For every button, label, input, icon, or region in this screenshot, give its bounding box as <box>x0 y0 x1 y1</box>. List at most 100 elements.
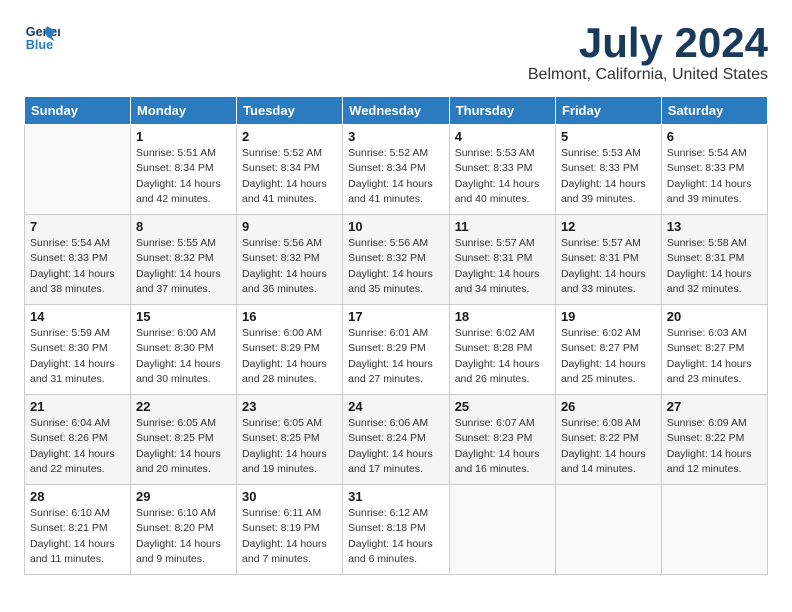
calendar-cell: 28Sunrise: 6:10 AM Sunset: 8:21 PM Dayli… <box>25 485 131 575</box>
calendar-cell: 24 Sunrise: 6:06 AM Sunset: 8:24 PM Dayli… <box>343 395 450 485</box>
calendar-cell: 20Sunrise: 6:03 AM Sunset: 8:27 PM Dayli… <box>661 305 767 395</box>
calendar-cell: 11Sunrise: 5:57 AM Sunset: 8:31 PM Dayli… <box>449 215 555 305</box>
day-info: Sunrise: 5:51 AM Sunset: 8:34 PM Dayligh… <box>136 146 231 207</box>
day-number: 26 <box>561 399 656 414</box>
calendar-cell: 13 Sunrise: 5:58 AM Sunset: 8:31 PM Dayli… <box>661 215 767 305</box>
weekday-header: Monday <box>131 97 237 125</box>
calendar-cell <box>555 485 661 575</box>
day-info: Sunrise: 5:52 AM Sunset: 8:34 PM Dayligh… <box>348 146 444 207</box>
calendar-cell: 26 Sunrise: 6:08 AM Sunset: 8:22 PM Dayli… <box>555 395 661 485</box>
day-info: Sunrise: 6:11 AM Sunset: 8:19 PM Dayligh… <box>242 506 337 567</box>
day-info: Sunrise: 6:04 AM Sunset: 8:26 PM Dayligh… <box>30 416 125 477</box>
day-info: Sunrise: 6:08 AM Sunset: 8:22 PM Dayligh… <box>561 416 656 477</box>
day-info: Sunrise: 6:01 AM Sunset: 8:29 PM Dayligh… <box>348 326 444 387</box>
day-number: 3 <box>348 129 444 144</box>
day-info: Sunrise: 5:58 AM Sunset: 8:31 PM Dayligh… <box>667 236 762 297</box>
calendar-cell <box>449 485 555 575</box>
day-number: 12 <box>561 219 656 234</box>
day-info: Sunrise: 5:54 AM Sunset: 8:33 PM Dayligh… <box>667 146 762 207</box>
day-info: Sunrise: 5:52 AM Sunset: 8:34 PM Dayligh… <box>242 146 337 207</box>
day-info: Sunrise: 6:02 AM Sunset: 8:27 PM Dayligh… <box>561 326 656 387</box>
subtitle: Belmont, California, United States <box>528 66 768 84</box>
day-number: 7 <box>30 219 125 234</box>
day-info: Sunrise: 6:00 AM Sunset: 8:30 PM Dayligh… <box>136 326 231 387</box>
day-number: 15 <box>136 309 231 324</box>
calendar-cell: 18 Sunrise: 6:02 AM Sunset: 8:28 PM Dayli… <box>449 305 555 395</box>
logo-icon: General Blue <box>24 20 60 56</box>
day-number: 14 <box>30 309 125 324</box>
day-info: Sunrise: 5:57 AM Sunset: 8:31 PM Dayligh… <box>561 236 656 297</box>
calendar-cell: 29 Sunrise: 6:10 AM Sunset: 8:20 PM Dayli… <box>131 485 237 575</box>
day-number: 5 <box>561 129 656 144</box>
day-number: 4 <box>455 129 550 144</box>
day-info: Sunrise: 6:06 AM Sunset: 8:24 PM Dayligh… <box>348 416 444 477</box>
day-number: 25 <box>455 399 550 414</box>
day-info: Sunrise: 5:57 AM Sunset: 8:31 PM Dayligh… <box>455 236 550 297</box>
day-number: 30 <box>242 489 337 504</box>
day-info: Sunrise: 6:05 AM Sunset: 8:25 PM Dayligh… <box>136 416 231 477</box>
day-number: 8 <box>136 219 231 234</box>
main-title: July 2024 <box>528 20 768 66</box>
calendar-cell: 30 Sunrise: 6:11 AM Sunset: 8:19 PM Dayli… <box>237 485 343 575</box>
calendar-cell: 23 Sunrise: 6:05 AM Sunset: 8:25 PM Dayli… <box>237 395 343 485</box>
calendar-cell: 15 Sunrise: 6:00 AM Sunset: 8:30 PM Dayli… <box>131 305 237 395</box>
day-number: 18 <box>455 309 550 324</box>
weekday-header: Tuesday <box>237 97 343 125</box>
calendar-cell: 27Sunrise: 6:09 AM Sunset: 8:22 PM Dayli… <box>661 395 767 485</box>
calendar-cell: 19 Sunrise: 6:02 AM Sunset: 8:27 PM Dayli… <box>555 305 661 395</box>
day-info: Sunrise: 6:03 AM Sunset: 8:27 PM Dayligh… <box>667 326 762 387</box>
day-info: Sunrise: 5:55 AM Sunset: 8:32 PM Dayligh… <box>136 236 231 297</box>
day-number: 28 <box>30 489 125 504</box>
day-number: 31 <box>348 489 444 504</box>
day-number: 1 <box>136 129 231 144</box>
weekday-header: Saturday <box>661 97 767 125</box>
calendar-cell: 5 Sunrise: 5:53 AM Sunset: 8:33 PM Daylig… <box>555 125 661 215</box>
day-info: Sunrise: 6:10 AM Sunset: 8:20 PM Dayligh… <box>136 506 231 567</box>
calendar-header-row: SundayMondayTuesdayWednesdayThursdayFrid… <box>25 97 768 125</box>
weekday-header: Friday <box>555 97 661 125</box>
calendar-cell <box>25 125 131 215</box>
calendar-week-row: 1 Sunrise: 5:51 AM Sunset: 8:34 PM Daylig… <box>25 125 768 215</box>
calendar-cell: 1 Sunrise: 5:51 AM Sunset: 8:34 PM Daylig… <box>131 125 237 215</box>
day-info: Sunrise: 5:54 AM Sunset: 8:33 PM Dayligh… <box>30 236 125 297</box>
day-info: Sunrise: 5:53 AM Sunset: 8:33 PM Dayligh… <box>561 146 656 207</box>
day-number: 23 <box>242 399 337 414</box>
day-info: Sunrise: 5:56 AM Sunset: 8:32 PM Dayligh… <box>242 236 337 297</box>
day-number: 19 <box>561 309 656 324</box>
weekday-header: Thursday <box>449 97 555 125</box>
day-number: 24 <box>348 399 444 414</box>
day-info: Sunrise: 5:56 AM Sunset: 8:32 PM Dayligh… <box>348 236 444 297</box>
calendar-table: SundayMondayTuesdayWednesdayThursdayFrid… <box>24 96 768 575</box>
calendar-cell: 10Sunrise: 5:56 AM Sunset: 8:32 PM Dayli… <box>343 215 450 305</box>
day-number: 16 <box>242 309 337 324</box>
day-info: Sunrise: 6:02 AM Sunset: 8:28 PM Dayligh… <box>455 326 550 387</box>
calendar-cell: 25Sunrise: 6:07 AM Sunset: 8:23 PM Dayli… <box>449 395 555 485</box>
calendar-cell: 14 Sunrise: 5:59 AM Sunset: 8:30 PM Dayli… <box>25 305 131 395</box>
day-number: 29 <box>136 489 231 504</box>
calendar-cell: 21 Sunrise: 6:04 AM Sunset: 8:26 PM Dayli… <box>25 395 131 485</box>
calendar-cell: 7 Sunrise: 5:54 AM Sunset: 8:33 PM Daylig… <box>25 215 131 305</box>
svg-text:Blue: Blue <box>26 38 53 52</box>
logo: General Blue <box>24 20 60 56</box>
day-info: Sunrise: 6:05 AM Sunset: 8:25 PM Dayligh… <box>242 416 337 477</box>
day-number: 13 <box>667 219 762 234</box>
day-number: 22 <box>136 399 231 414</box>
calendar-cell: 4 Sunrise: 5:53 AM Sunset: 8:33 PM Daylig… <box>449 125 555 215</box>
calendar-cell: 16 Sunrise: 6:00 AM Sunset: 8:29 PM Dayli… <box>237 305 343 395</box>
day-info: Sunrise: 5:59 AM Sunset: 8:30 PM Dayligh… <box>30 326 125 387</box>
day-info: Sunrise: 5:53 AM Sunset: 8:33 PM Dayligh… <box>455 146 550 207</box>
calendar-cell: 6Sunrise: 5:54 AM Sunset: 8:33 PM Daylig… <box>661 125 767 215</box>
calendar-cell: 2Sunrise: 5:52 AM Sunset: 8:34 PM Daylig… <box>237 125 343 215</box>
calendar-week-row: 14 Sunrise: 5:59 AM Sunset: 8:30 PM Dayli… <box>25 305 768 395</box>
calendar-week-row: 28Sunrise: 6:10 AM Sunset: 8:21 PM Dayli… <box>25 485 768 575</box>
day-info: Sunrise: 6:00 AM Sunset: 8:29 PM Dayligh… <box>242 326 337 387</box>
calendar-cell: 22 Sunrise: 6:05 AM Sunset: 8:25 PM Dayli… <box>131 395 237 485</box>
title-area: July 2024 Belmont, California, United St… <box>528 20 768 84</box>
calendar-cell: 9Sunrise: 5:56 AM Sunset: 8:32 PM Daylig… <box>237 215 343 305</box>
calendar-cell: 8 Sunrise: 5:55 AM Sunset: 8:32 PM Daylig… <box>131 215 237 305</box>
day-number: 17 <box>348 309 444 324</box>
day-number: 21 <box>30 399 125 414</box>
calendar-cell: 31Sunrise: 6:12 AM Sunset: 8:18 PM Dayli… <box>343 485 450 575</box>
calendar-cell <box>661 485 767 575</box>
weekday-header: Sunday <box>25 97 131 125</box>
